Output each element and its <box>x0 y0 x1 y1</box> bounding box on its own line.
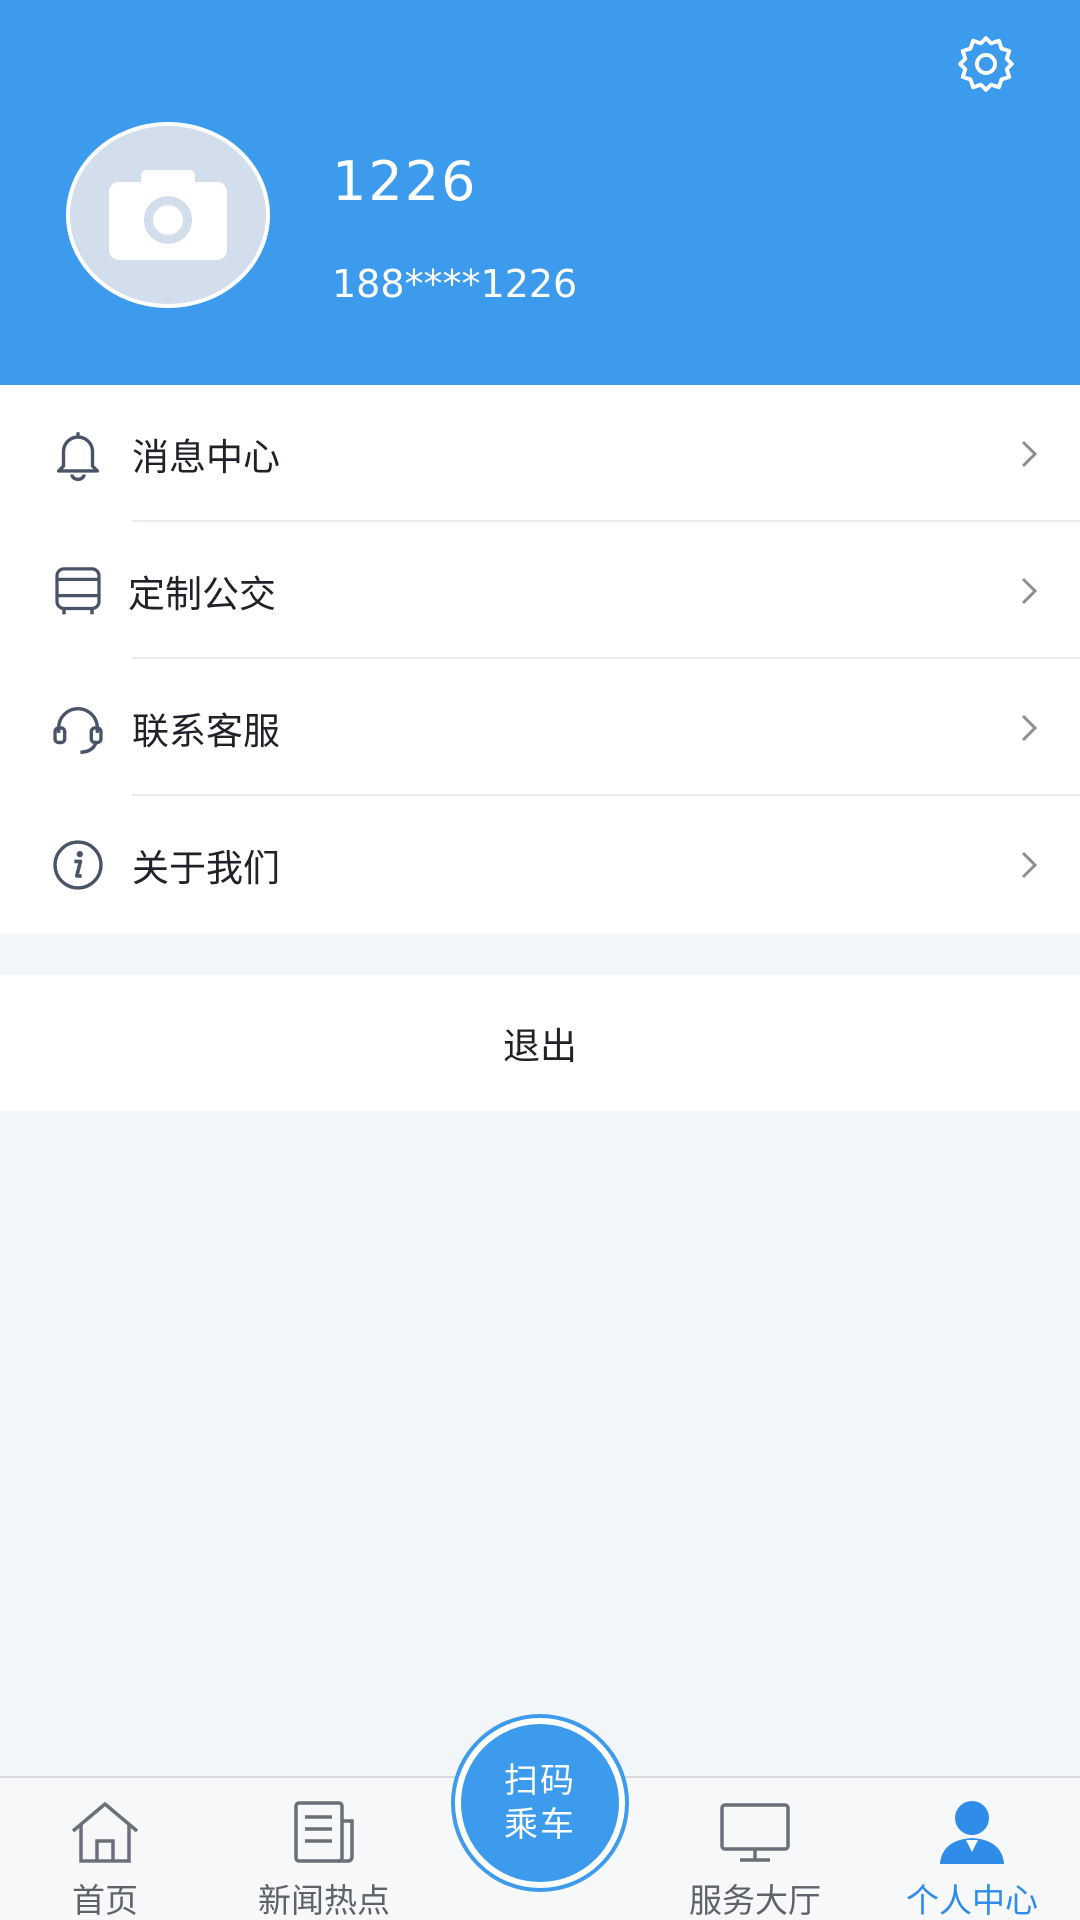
scan-to-ride-button[interactable]: 扫码 乘车 <box>455 1718 625 1888</box>
chevron-right-icon <box>1014 434 1044 474</box>
camera-icon <box>109 170 227 260</box>
username: 1226 <box>332 150 478 213</box>
chevron-right-icon <box>1014 845 1044 885</box>
scan-label-line1: 扫码 <box>504 1761 576 1801</box>
tab-label: 新闻热点 <box>258 1881 390 1920</box>
headset-icon <box>48 698 108 758</box>
logout-label: 退出 <box>503 1025 577 1068</box>
menu-item-customer-service[interactable]: 联系客服 <box>0 659 1080 796</box>
menu-item-label: 定制公交 <box>128 572 276 616</box>
logout-button[interactable]: 退出 <box>0 975 1080 1111</box>
tab-service-hall[interactable]: 服务大厅 <box>655 1778 855 1920</box>
menu-item-custom-bus[interactable]: 定制公交 <box>0 522 1080 659</box>
profile-screen: 1226 188****1226 消息中心 定制公交 联系客服 关于我们 退出 … <box>0 0 1080 1920</box>
phone-number: 188****1226 <box>332 262 578 306</box>
home-icon <box>65 1796 145 1868</box>
tab-label: 服务大厅 <box>689 1881 821 1920</box>
user-icon <box>932 1796 1012 1868</box>
avatar[interactable] <box>66 122 270 308</box>
menu-item-label: 消息中心 <box>132 435 280 479</box>
tab-personal-center[interactable]: 个人中心 <box>872 1778 1072 1920</box>
tab-label: 个人中心 <box>906 1881 1038 1920</box>
menu-item-messages[interactable]: 消息中心 <box>0 385 1080 522</box>
chevron-right-icon <box>1014 571 1044 611</box>
settings-button[interactable] <box>952 30 1020 98</box>
menu-item-about-us[interactable]: 关于我们 <box>0 796 1080 933</box>
bell-icon <box>48 424 108 484</box>
menu-item-label: 关于我们 <box>132 846 280 890</box>
news-icon <box>284 1796 364 1868</box>
gear-icon <box>958 36 1014 92</box>
tab-label: 首页 <box>72 1881 138 1920</box>
scan-label-line2: 乘车 <box>504 1805 576 1845</box>
menu-list: 消息中心 定制公交 联系客服 关于我们 <box>0 385 1080 933</box>
tab-home[interactable]: 首页 <box>5 1778 205 1920</box>
profile-header: 1226 188****1226 <box>0 0 1080 385</box>
info-icon <box>48 835 108 895</box>
menu-item-label: 联系客服 <box>132 709 280 753</box>
chevron-right-icon <box>1014 708 1044 748</box>
tab-news[interactable]: 新闻热点 <box>224 1778 424 1920</box>
bus-icon <box>48 561 108 621</box>
monitor-icon <box>715 1796 795 1868</box>
